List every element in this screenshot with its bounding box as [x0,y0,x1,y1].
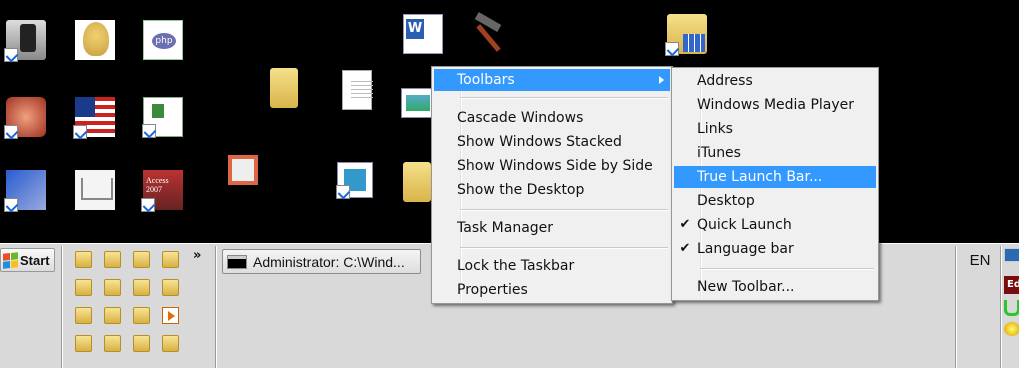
taskbar-button-command-prompt[interactable]: Administrator: C:\Wind... [222,249,421,274]
quick-launch-folder-icon[interactable] [133,279,150,296]
menu-item-label: Quick Launch [697,217,792,233]
tray-u-icon[interactable] [1004,300,1019,316]
start-label: Start [20,252,50,268]
quick-launch-folder-icon[interactable] [75,335,92,352]
menu-item-label: Lock the Taskbar [457,258,575,274]
submenu-item-language-bar[interactable]: ✔ Language bar [674,238,876,260]
head-avatar-icon[interactable] [75,20,115,60]
quick-launch-folder-icon[interactable] [162,251,179,268]
folder-icon[interactable] [403,162,431,202]
menu-item-label: Links [697,121,733,137]
control-panel-folder-icon[interactable] [665,14,707,56]
menu-separator [460,97,668,99]
toolbar-separator [215,246,217,368]
submenu-arrow-icon [659,76,664,84]
menu-item-label: Cascade Windows [457,110,584,126]
menu-item-label: Desktop [697,193,755,209]
submenu-item-true-launch-bar[interactable]: True Launch Bar... [674,166,876,188]
quick-launch-folder-icon[interactable] [104,335,121,352]
task-button-label: Administrator: C:\Wind... [253,253,405,270]
shopping-cart-icon[interactable] [75,170,115,210]
checkmark-icon: ✔ [679,217,691,232]
menu-item-show-windows-side-by-side[interactable]: Show Windows Side by Side [434,155,670,177]
submenu-item-new-toolbar[interactable]: New Toolbar... [674,276,876,298]
folder-icon[interactable] [270,68,298,108]
menu-separator [460,209,668,211]
quick-launch-folder-icon[interactable] [133,335,150,352]
menu-item-lock-the-taskbar[interactable]: Lock the Taskbar [434,255,670,277]
checkmark-icon: ✔ [679,241,691,256]
system-tray: Ed [1003,246,1019,366]
quick-launch-folder-icon[interactable] [75,279,92,296]
menu-item-label: Toolbars [457,72,515,88]
uk-flag-shortcut-icon[interactable] [73,97,115,139]
media-player-icon[interactable] [162,307,179,324]
quick-launch-folder-icon[interactable] [104,251,121,268]
toolbar-separator [955,246,957,368]
access-2007-shortcut-icon[interactable] [141,170,183,212]
media-shortcut-icon[interactable] [336,162,373,199]
menu-item-label: New Toolbar... [697,279,795,295]
menu-item-label: Address [697,73,753,89]
network-shortcut-icon[interactable] [142,97,183,138]
quick-launch-overflow-chevron[interactable]: » [193,248,201,263]
windows-logo-icon [3,251,18,269]
submenu-item-quick-launch[interactable]: ✔ Quick Launch [674,214,876,236]
menu-item-show-the-desktop[interactable]: Show the Desktop [434,179,670,201]
quick-launch-folder-icon[interactable] [104,279,121,296]
submenu-item-desktop[interactable]: Desktop [674,190,876,212]
quick-launch-folder-icon[interactable] [75,251,92,268]
menu-item-label: Task Manager [457,220,554,236]
menu-item-toolbars[interactable]: Toolbars [434,69,670,91]
menu-item-label: Language bar [697,241,794,257]
toolbars-submenu: Address Windows Media Player Links iTune… [671,67,879,301]
submenu-item-address[interactable]: Address [674,70,876,92]
tray-network-icon[interactable] [1004,248,1019,262]
menu-item-label: Show Windows Side by Side [457,158,653,174]
tray-sun-icon[interactable] [1004,322,1019,336]
menu-item-label: Windows Media Player [697,97,855,113]
quick-launch-folder-icon[interactable] [162,335,179,352]
windows-update-shortcut-icon[interactable] [4,170,46,212]
menu-item-cascade-windows[interactable]: Cascade Windows [434,107,670,129]
toolbar-separator [1000,246,1002,368]
command-prompt-icon [227,254,247,269]
menu-item-label: True Launch Bar... [697,169,823,185]
menu-item-label: Show Windows Stacked [457,134,622,150]
word-document-icon[interactable] [403,14,443,54]
game-shortcut-icon[interactable] [4,97,46,139]
menu-item-label: iTunes [697,145,741,161]
toolbar-separator [61,246,63,368]
quick-launch-folder-icon[interactable] [75,307,92,324]
quick-launch-folder-icon[interactable] [133,251,150,268]
quick-launch-folder-icon[interactable] [162,279,179,296]
picture-shortcut-icon[interactable] [401,88,433,118]
device-sync-shortcut-icon[interactable] [4,20,46,62]
menu-separator [700,268,874,270]
hammer-icon[interactable] [467,14,507,54]
tray-editor-icon[interactable]: Ed [1004,276,1019,294]
quick-launch-folder-icon[interactable] [133,307,150,324]
menu-item-label: Show the Desktop [457,182,585,198]
language-indicator[interactable]: EN [962,252,998,269]
submenu-item-windows-media-player[interactable]: Windows Media Player [674,94,876,116]
taskbar-context-menu: Toolbars Cascade Windows Show Windows St… [431,66,673,304]
text-document-icon[interactable] [342,70,373,110]
php-network-icon[interactable] [143,20,183,60]
quick-launch-folder-icon[interactable] [104,307,121,324]
start-button[interactable]: Start [0,248,55,272]
menu-item-label: Properties [457,282,528,298]
menu-item-properties[interactable]: Properties [434,279,670,301]
menu-item-task-manager[interactable]: Task Manager [434,217,670,239]
signpost-icon[interactable] [228,155,258,185]
submenu-item-links[interactable]: Links [674,118,876,140]
menu-separator [460,247,668,249]
menu-item-show-windows-stacked[interactable]: Show Windows Stacked [434,131,670,153]
submenu-item-itunes[interactable]: iTunes [674,142,876,164]
